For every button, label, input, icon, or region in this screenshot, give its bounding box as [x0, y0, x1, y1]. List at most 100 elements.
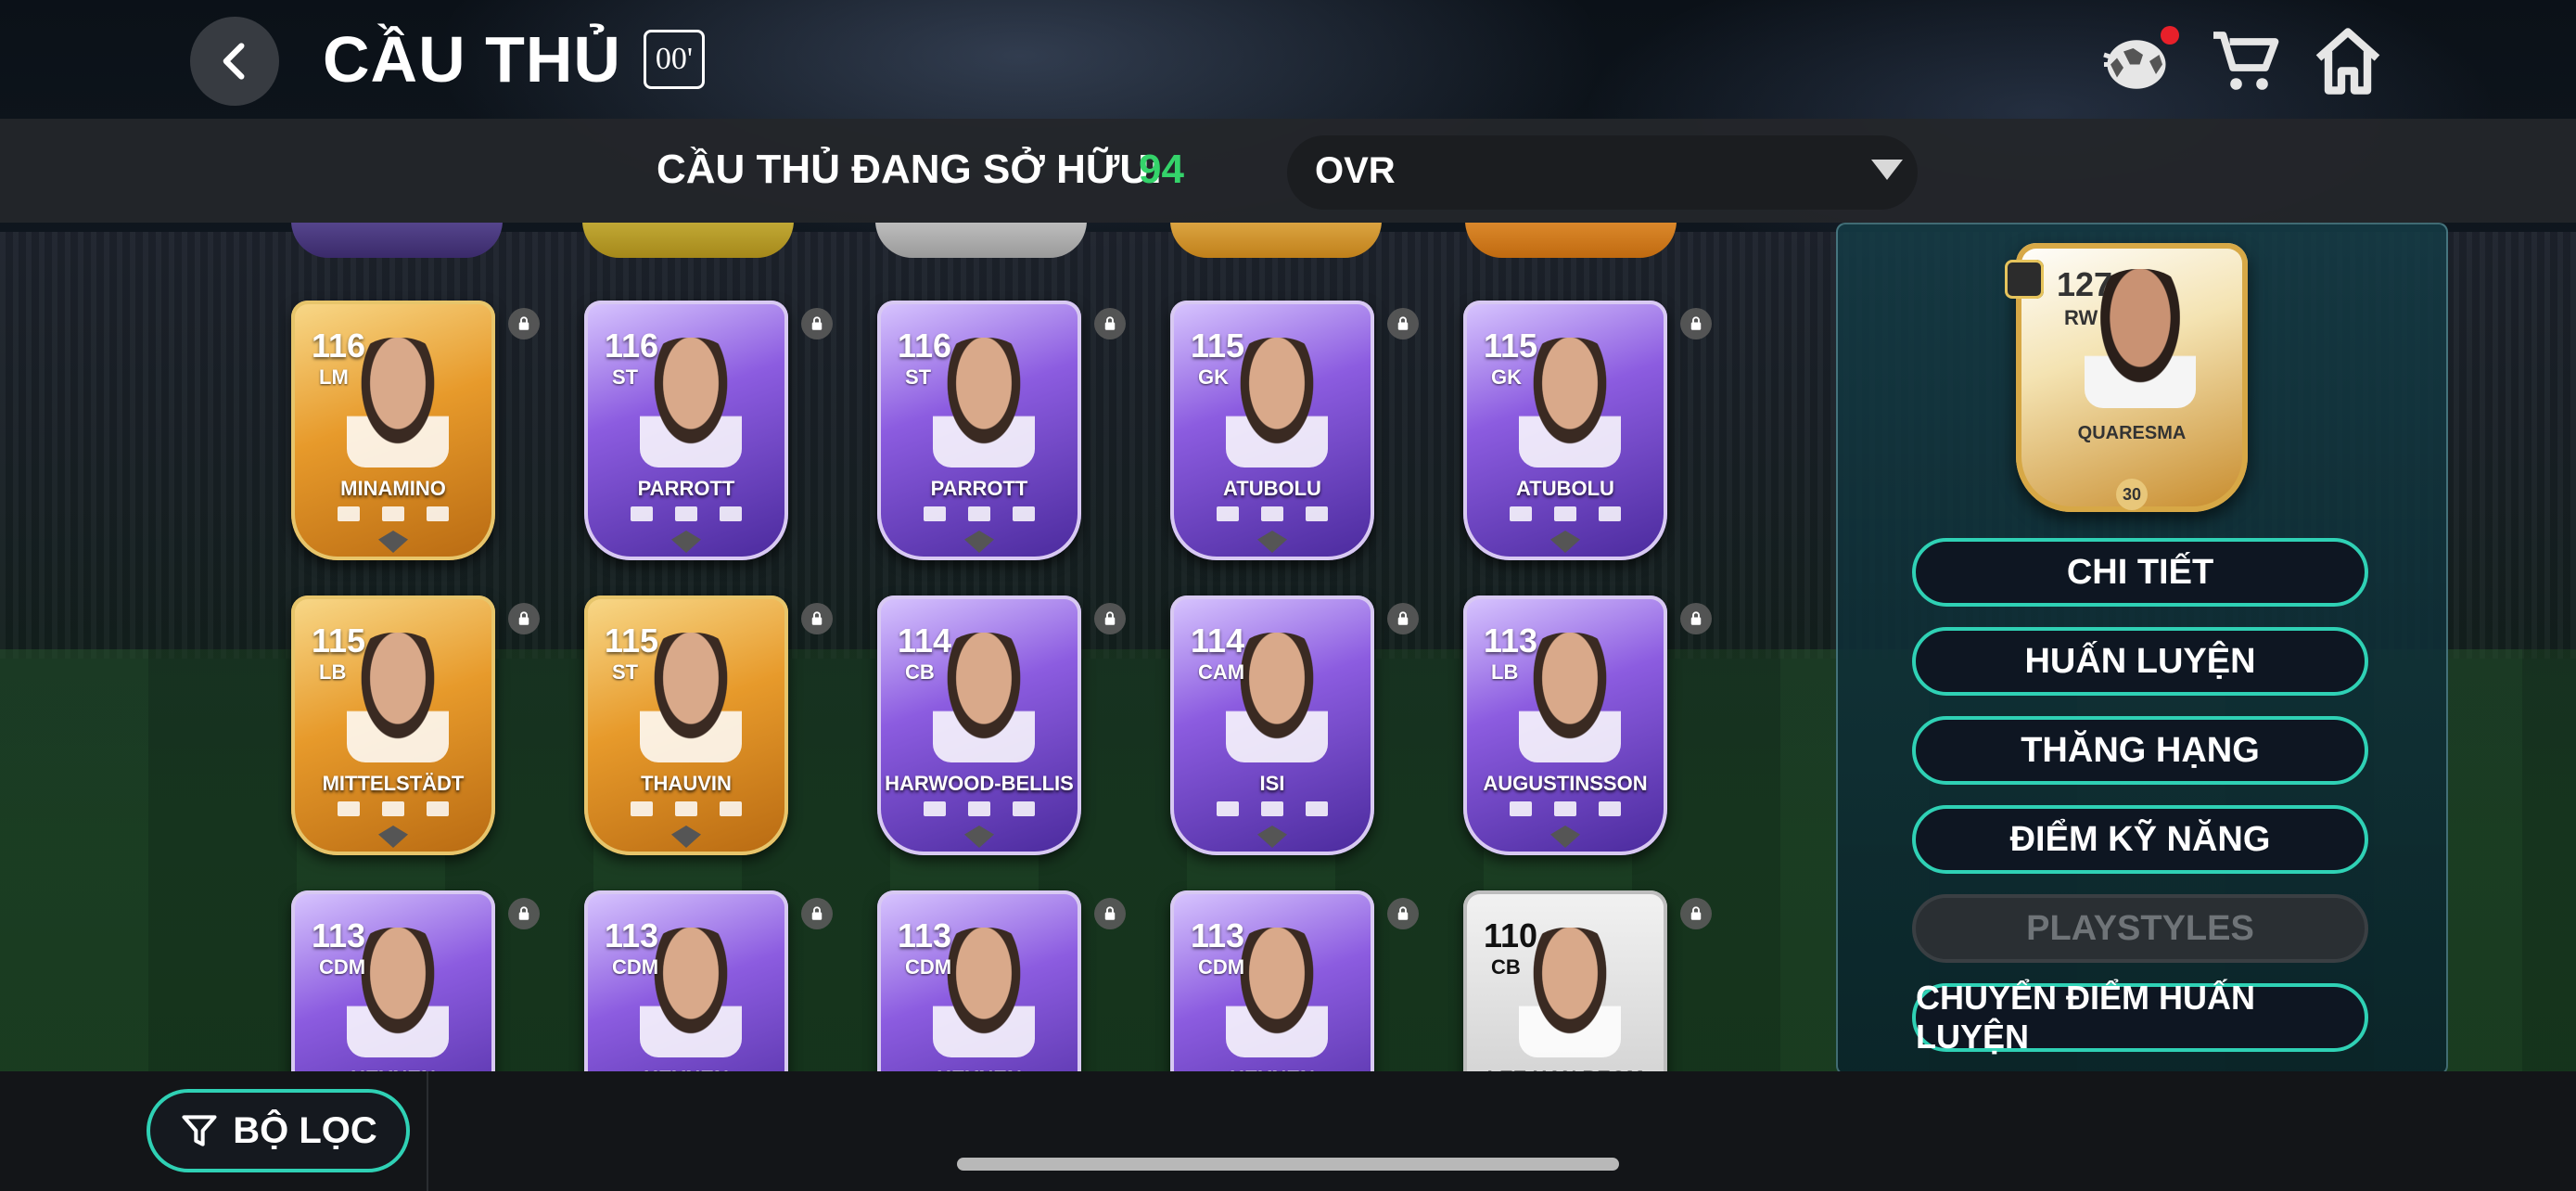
nation-league-club-icons	[1510, 801, 1621, 818]
player-position: ST	[905, 365, 932, 389]
lock-icon[interactable]	[1094, 603, 1126, 634]
player-card[interactable]: 113CDMHEYNEN	[877, 890, 1081, 1071]
sort-value: OVR	[1315, 150, 1396, 191]
lock-icon[interactable]	[1387, 898, 1419, 929]
player-ovr: 115	[605, 621, 659, 660]
partial-card[interactable]	[582, 223, 794, 258]
player-grid[interactable]: 116 LM MINAMINO 116 ST PARROTT 116 ST PARROTT 115…	[278, 223, 1725, 1071]
player-card[interactable]: 114 CAM ISI	[1170, 596, 1374, 855]
player-card[interactable]: 113CDMHEYNEN	[291, 890, 495, 1071]
player-ovr: 115	[1484, 327, 1538, 365]
lock-icon[interactable]	[508, 898, 540, 929]
lock-icon[interactable]	[1094, 898, 1126, 929]
playstyles-button[interactable]: PLAYSTYLES	[1912, 894, 2368, 963]
lock-icon[interactable]	[1387, 308, 1419, 339]
player-card[interactable]: 113CDMHEYNEN	[584, 890, 788, 1071]
nation-league-club-icons	[1510, 506, 1621, 523]
player-card[interactable]: 116 LM MINAMINO	[291, 301, 495, 560]
lock-icon[interactable]	[801, 603, 833, 634]
player-position: CB	[1491, 955, 1521, 979]
nation-league-club-icons	[1217, 506, 1328, 523]
lock-icon[interactable]	[1094, 308, 1126, 339]
player-card[interactable]: 113 LB AUGUSTINSSON	[1463, 596, 1667, 855]
player-ovr: 110	[1484, 916, 1538, 954]
nation-league-club-icons	[924, 506, 1035, 523]
back-icon	[223, 43, 245, 80]
partial-card[interactable]	[875, 223, 1087, 258]
featured-ovr: 127	[2057, 265, 2113, 303]
filter-icon	[182, 1115, 217, 1146]
home-icon[interactable]	[2309, 22, 2387, 100]
player-position: CDM	[319, 955, 366, 979]
training-button[interactable]: HUẤN LUYỆN	[1912, 627, 2368, 696]
player-card[interactable]: 115 ST THAUVIN	[584, 596, 788, 855]
partial-card[interactable]	[1465, 223, 1677, 258]
cart-icon[interactable]	[2207, 22, 2285, 100]
player-card[interactable]: 115 GK ATUBOLU	[1170, 301, 1374, 560]
player-ovr: 116	[898, 327, 952, 365]
player-ovr: 113	[1191, 916, 1245, 954]
player-position: GK	[1198, 365, 1229, 389]
player-card[interactable]: 116 ST PARROTT	[584, 301, 788, 560]
grade-gem-icon	[964, 826, 994, 848]
dropdown-arrow-icon	[1871, 160, 1903, 180]
player-position: CDM	[905, 955, 952, 979]
details-button[interactable]: CHI TIẾT	[1912, 538, 2368, 607]
grade-gem-icon	[1550, 531, 1580, 553]
grade-gem-icon	[671, 531, 701, 553]
owned-label: CẦU THỦ ĐANG SỞ HỮU:	[657, 147, 1163, 192]
player-ovr: 115	[1191, 327, 1245, 365]
featured-name: QUARESMA	[2077, 423, 2187, 443]
promote-button[interactable]: THĂNG HẠNG	[1912, 716, 2368, 785]
nation-league-club-icons	[631, 801, 742, 818]
player-position: LM	[319, 365, 349, 389]
filter-button[interactable]: BỘ LỌC	[147, 1089, 410, 1172]
player-name: HARWOOD-BELLIS	[885, 772, 1074, 795]
notification-dot	[2161, 26, 2179, 45]
partial-card[interactable]	[1170, 223, 1382, 258]
player-position: ST	[612, 660, 639, 684]
player-card[interactable]: 115 GK ATUBOLU	[1463, 301, 1667, 560]
player-card[interactable]: 113CDMHEYNEN	[1170, 890, 1374, 1071]
player-ovr: 114	[898, 621, 952, 660]
player-card[interactable]: 114 CB HARWOOD-BELLIS	[877, 596, 1081, 855]
player-ovr: 113	[1484, 621, 1538, 660]
partial-card[interactable]	[291, 223, 503, 258]
transfer-training-button[interactable]: CHUYỂN ĐIỂM HUẤN LUYỆN	[1912, 979, 2368, 1056]
lock-icon[interactable]	[1680, 898, 1712, 929]
player-position: LB	[1491, 660, 1519, 684]
grade-gem-icon	[1550, 826, 1580, 848]
grade-gem-icon	[1257, 531, 1287, 553]
skill-points-button[interactable]: ĐIỂM KỸ NĂNG	[1912, 805, 2368, 874]
featured-position: RW	[2064, 306, 2098, 329]
grade-gem-icon	[1257, 826, 1287, 848]
player-position: ST	[612, 365, 639, 389]
player-name: AUGUSTINSSON	[1483, 772, 1648, 795]
player-position: CAM	[1198, 660, 1245, 684]
grade-gem-icon	[964, 531, 994, 553]
player-name: PARROTT	[930, 477, 1028, 500]
lock-icon[interactable]	[1680, 603, 1712, 634]
lock-icon[interactable]	[1387, 603, 1419, 634]
player-name: ATUBOLU	[1516, 477, 1614, 500]
lock-icon[interactable]	[801, 308, 833, 339]
nation-league-club-icons	[1217, 801, 1328, 818]
player-card[interactable]: 116 ST PARROTT	[877, 301, 1081, 560]
player-position: CB	[905, 660, 935, 684]
bottom-divider	[427, 1071, 428, 1191]
lock-icon[interactable]	[1680, 308, 1712, 339]
player-position: CDM	[612, 955, 659, 979]
player-card[interactable]: 110CBLEE HAN BEOM	[1463, 890, 1667, 1071]
player-name: ISI	[1259, 772, 1285, 795]
player-position: LB	[319, 660, 347, 684]
featured-level-badge: 30	[2116, 479, 2148, 510]
player-ovr: 113	[312, 916, 366, 954]
player-card[interactable]: 115 LB MITTELSTÄDT	[291, 596, 495, 855]
player-name: THAUVIN	[641, 772, 732, 795]
lock-icon[interactable]	[508, 603, 540, 634]
lock-icon[interactable]	[508, 308, 540, 339]
home-indicator	[957, 1158, 1619, 1171]
back-button[interactable]	[190, 17, 279, 106]
lock-icon[interactable]	[801, 898, 833, 929]
player-name: PARROTT	[637, 477, 735, 500]
